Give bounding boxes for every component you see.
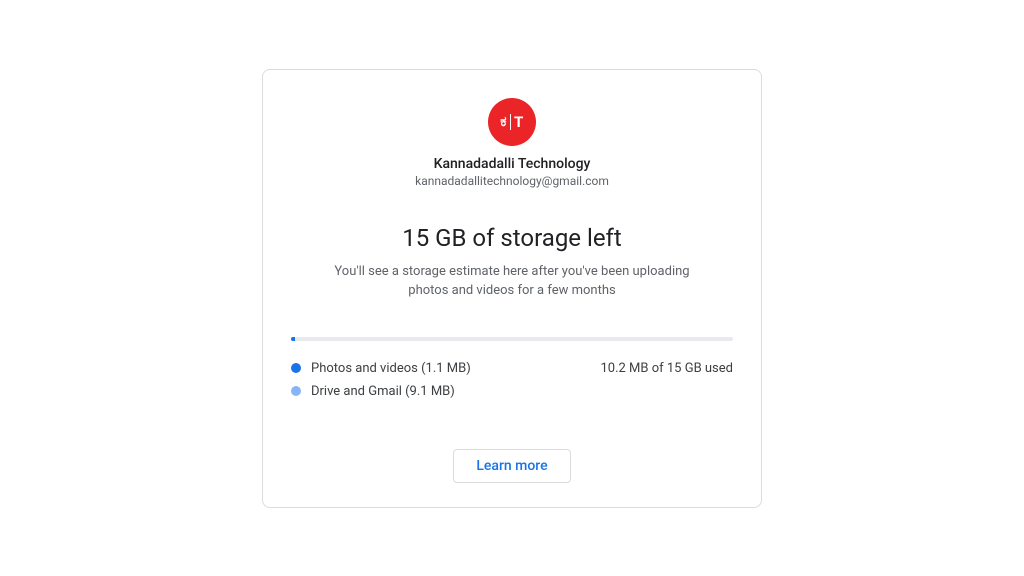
learn-more-button[interactable]: Learn more xyxy=(453,449,570,483)
storage-usage-summary: 10.2 MB of 15 GB used xyxy=(600,361,733,376)
legend-label-drive: Drive and Gmail (9.1 MB) xyxy=(311,384,455,399)
account-name: Kannadadalli Technology xyxy=(291,156,733,172)
storage-card: ಕ T Kannadadalli Technology kannadadalli… xyxy=(262,69,762,508)
storage-progress-bar xyxy=(291,337,733,341)
account-avatar: ಕ T xyxy=(488,98,536,146)
storage-legend-items: Photos and videos (1.1 MB) Drive and Gma… xyxy=(291,361,471,399)
legend-dot-photos xyxy=(291,363,301,373)
avatar-right-char: T xyxy=(514,113,524,131)
legend-label-photos: Photos and videos (1.1 MB) xyxy=(311,361,471,376)
storage-subtitle: You'll see a storage estimate here after… xyxy=(322,262,702,301)
legend-dot-drive xyxy=(291,386,301,396)
button-row: Learn more xyxy=(291,449,733,483)
avatar-divider xyxy=(510,114,511,130)
storage-title: 15 GB of storage left xyxy=(291,224,733,252)
account-email: kannadadallitechnology@gmail.com xyxy=(291,174,733,188)
legend-item-photos: Photos and videos (1.1 MB) xyxy=(291,361,471,376)
avatar-left-char: ಕ xyxy=(500,114,507,130)
storage-progress-fill xyxy=(291,337,295,341)
legend-item-drive: Drive and Gmail (9.1 MB) xyxy=(291,384,471,399)
storage-legend-row: Photos and videos (1.1 MB) Drive and Gma… xyxy=(291,361,733,399)
